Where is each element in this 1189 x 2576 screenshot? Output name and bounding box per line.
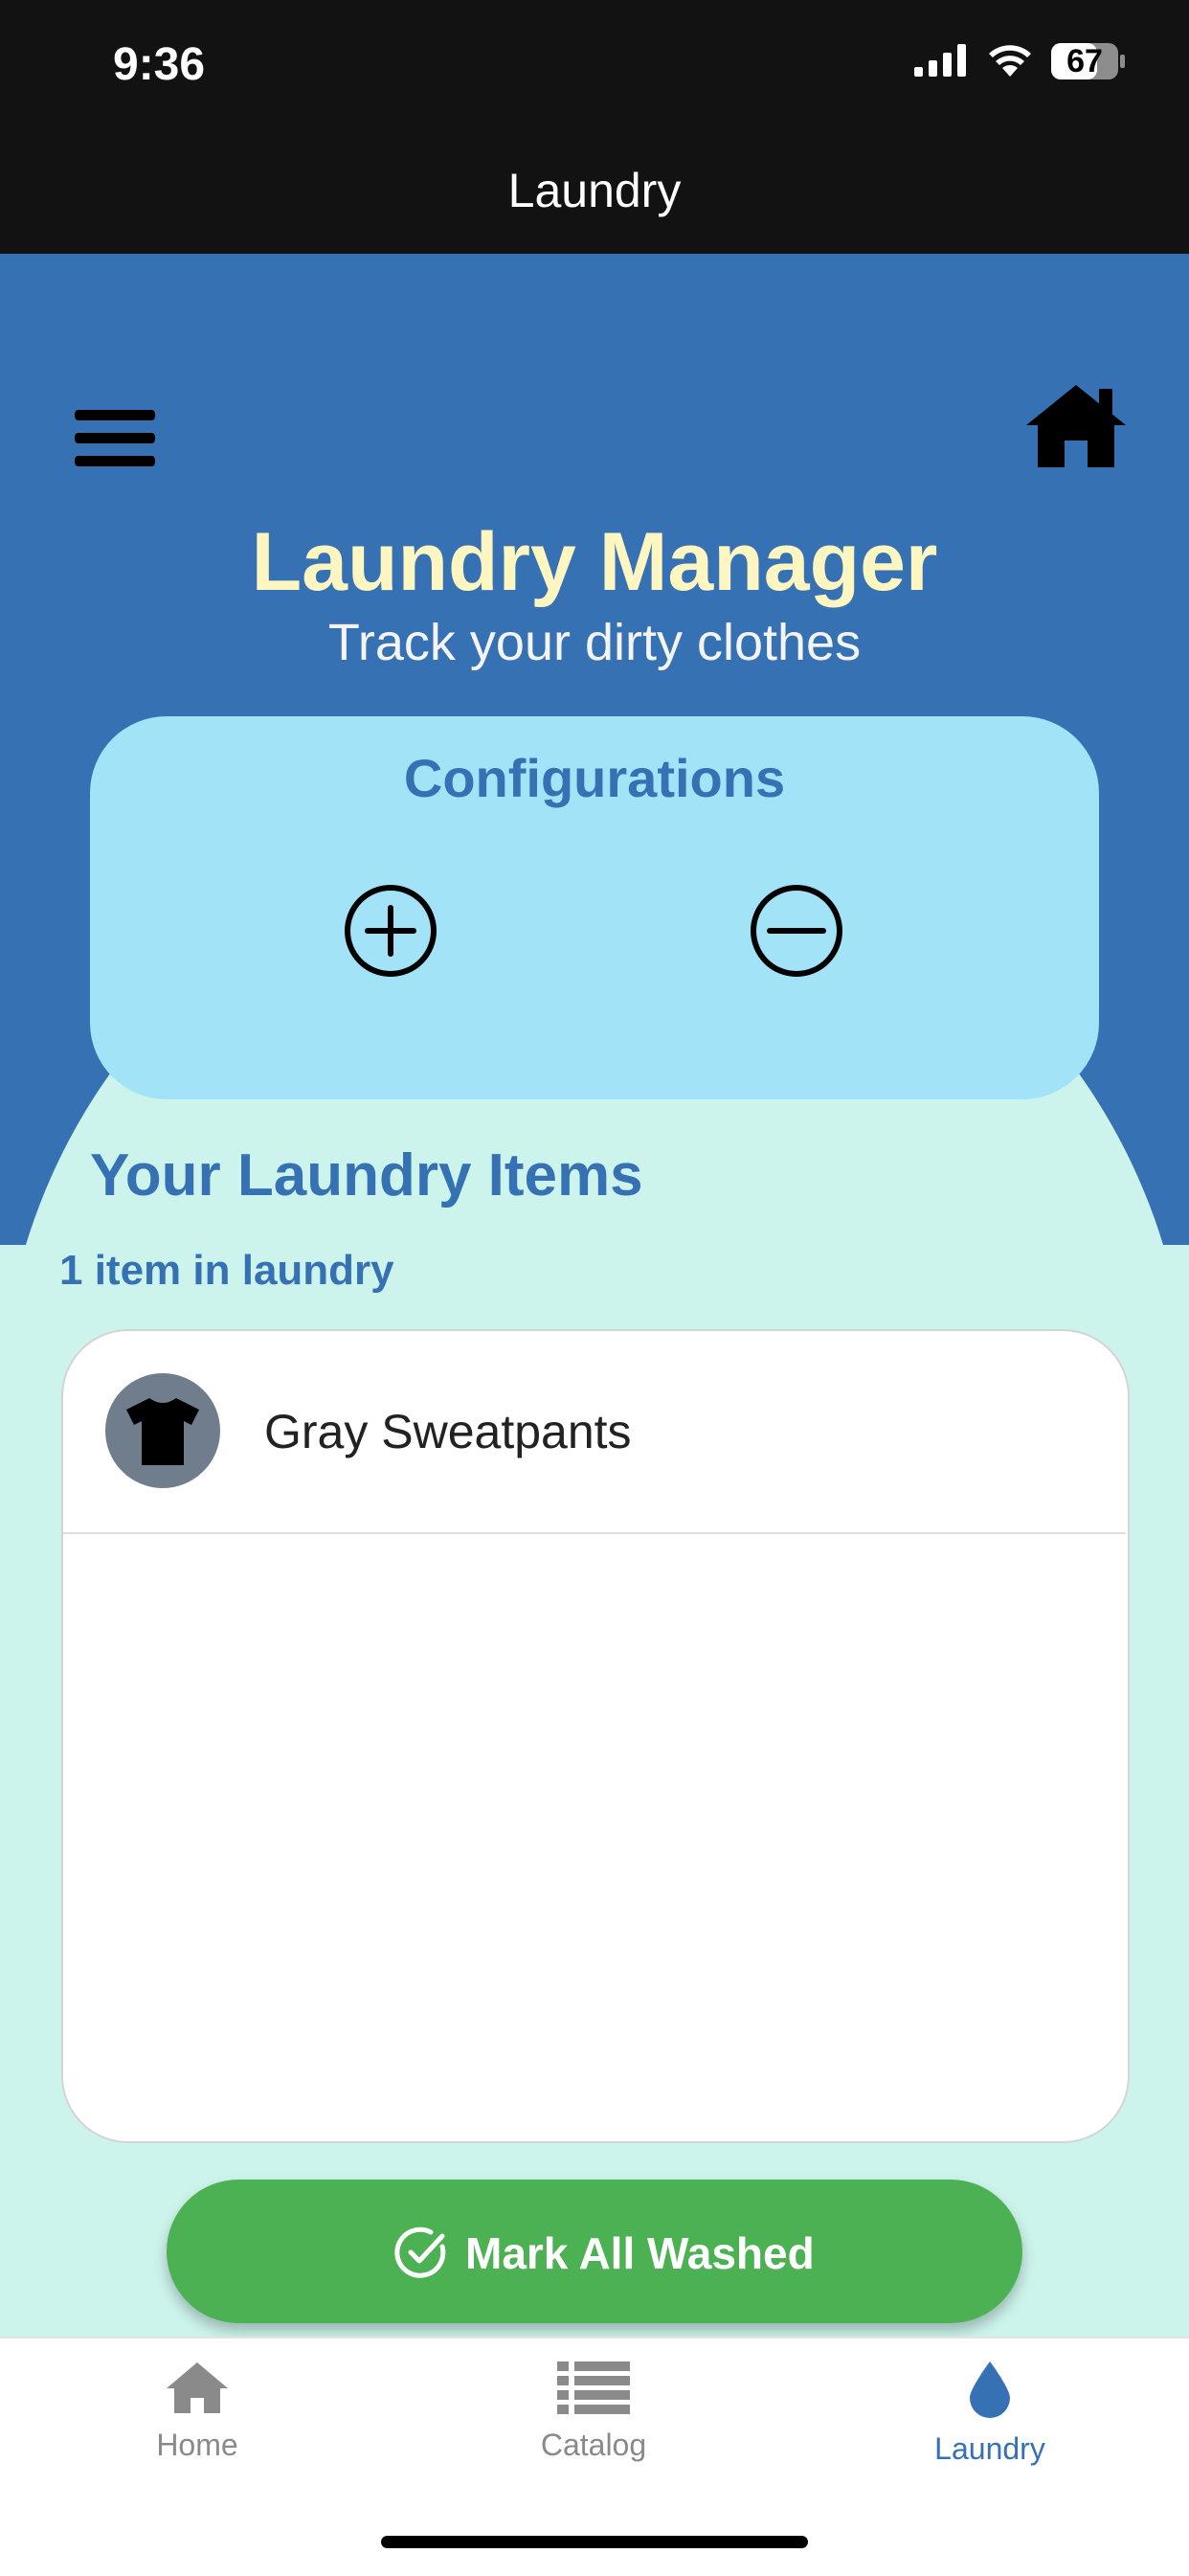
tab-label: Laundry <box>934 2431 1045 2466</box>
page-title: Laundry Manager <box>251 516 938 608</box>
page-subtitle: Track your dirty clothes <box>327 614 862 671</box>
plus-circle-icon <box>345 885 437 977</box>
list-icon <box>557 2361 630 2414</box>
wifi-icon <box>986 42 1034 83</box>
battery-percentage: 67 <box>1066 43 1103 79</box>
item-name: Gray Sweatpants <box>264 1405 632 1458</box>
status-time: 9:36 <box>113 39 206 90</box>
tab-label: Catalog <box>540 2428 647 2462</box>
tab-laundry[interactable]: Laundry <box>846 2360 1133 2467</box>
nav-title: Laundry <box>507 164 682 217</box>
items-count: 1 item in laundry <box>59 1247 394 1294</box>
tab-home[interactable]: Home <box>54 2360 341 2463</box>
section-heading: Your Laundry Items <box>90 1142 643 1209</box>
hamburger-menu-icon[interactable] <box>75 410 155 467</box>
shirt-icon <box>126 1398 199 1465</box>
add-configuration-button[interactable] <box>343 883 438 983</box>
home-indicator <box>381 2536 808 2548</box>
configurations-title: Configurations <box>403 748 786 808</box>
home-icon[interactable] <box>1022 381 1130 474</box>
check-circle-icon <box>393 2224 450 2286</box>
tab-label: Home <box>156 2428 238 2462</box>
mark-all-washed-label: Mark All Washed <box>465 2228 815 2278</box>
item-avatar <box>105 1373 220 1488</box>
cellular-signal-icon <box>914 44 968 81</box>
home-icon <box>167 2362 228 2413</box>
minus-circle-icon <box>751 885 842 977</box>
water-drop-icon <box>970 2361 1010 2418</box>
remove-configuration-button[interactable] <box>749 883 844 983</box>
tab-catalog[interactable]: Catalog <box>450 2360 737 2463</box>
